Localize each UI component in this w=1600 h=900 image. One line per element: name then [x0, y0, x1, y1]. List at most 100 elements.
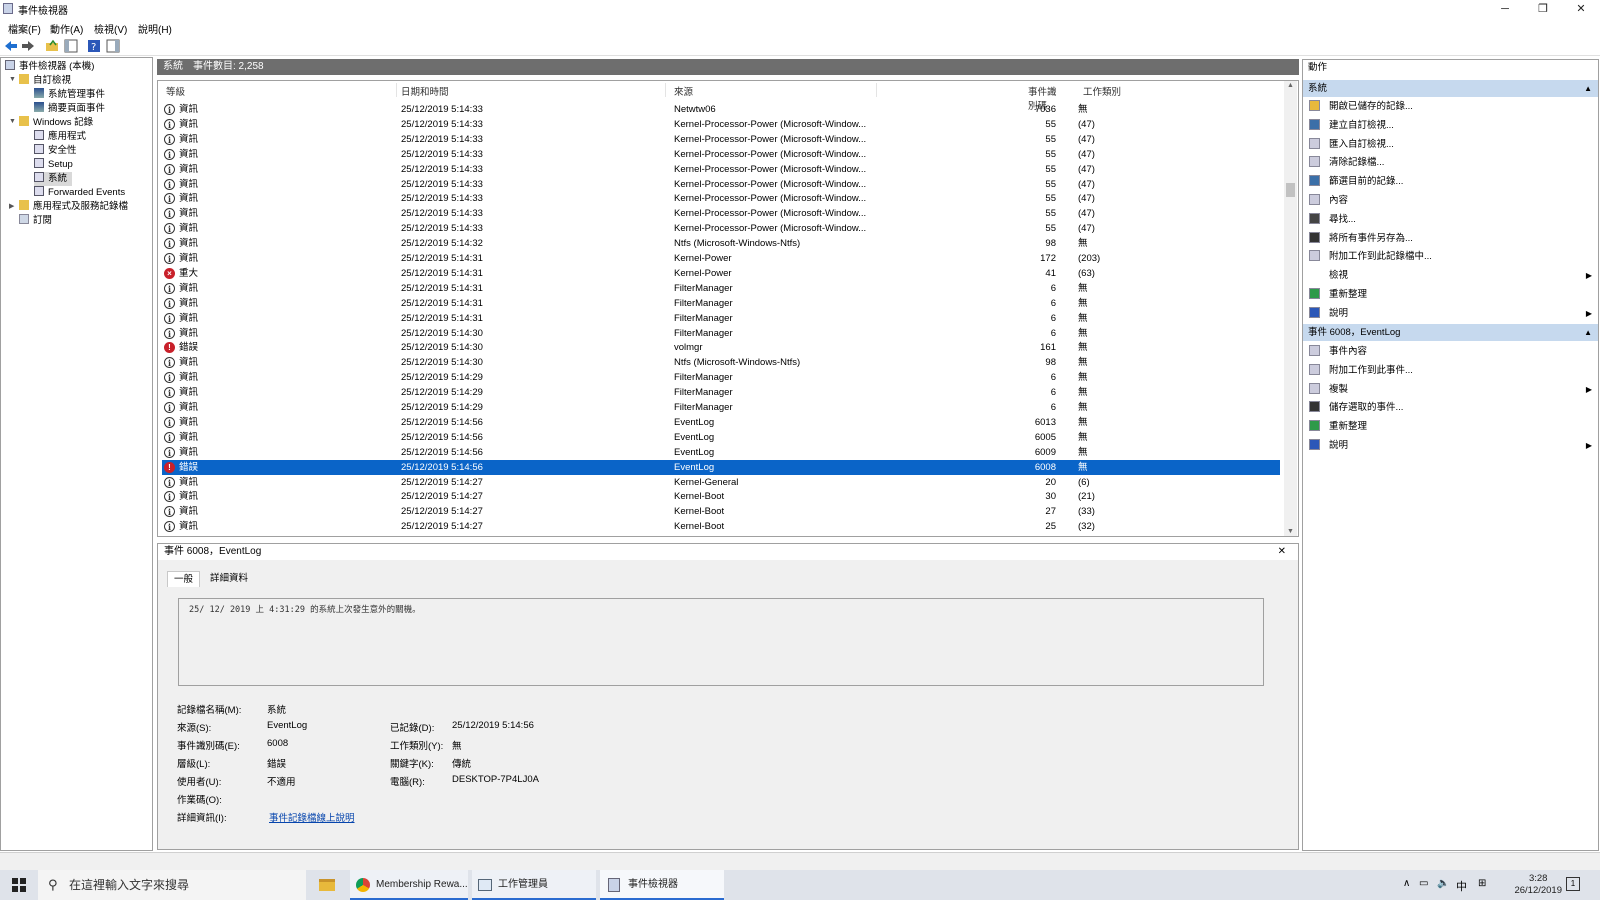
event-row[interactable]: i 資訊 25/12/2019 5:14:56 EventLog 6013 無	[162, 415, 1280, 430]
action-item[interactable]: 儲存選取的事件...	[1309, 400, 1592, 416]
close-window-button[interactable]: ✕	[1562, 0, 1600, 18]
tree-item-custom-views[interactable]: 自訂檢視	[19, 74, 71, 88]
event-list-scrollbar[interactable]: ▲ ▼	[1284, 81, 1297, 536]
menu-file[interactable]: 檔案(F)	[8, 21, 41, 36]
column-separator[interactable]	[876, 83, 877, 97]
keyboard-layout-icon[interactable]: ⊞	[1478, 878, 1486, 889]
event-viewer-taskbar-button[interactable]: 事件檢視器	[600, 870, 724, 900]
tree-item-application[interactable]: 應用程式	[34, 130, 86, 144]
scroll-down-arrow-icon[interactable]: ▼	[1287, 528, 1294, 535]
event-row[interactable]: ! 錯誤 25/12/2019 5:14:30 volmgr 161 無	[162, 340, 1280, 355]
action-item[interactable]: 重新整理	[1309, 287, 1592, 303]
online-help-link[interactable]: 事件記錄檔線上說明	[269, 810, 355, 824]
windows-start-icon[interactable]	[12, 878, 26, 892]
column-separator[interactable]	[665, 83, 666, 97]
minimize-button[interactable]: ─	[1486, 0, 1524, 18]
event-row[interactable]: i 資訊 25/12/2019 5:14:32 Ntfs (Microsoft-Win…	[162, 236, 1280, 251]
tree-item-setup[interactable]: Setup	[34, 158, 73, 172]
up-folder-icon[interactable]	[45, 39, 59, 53]
column-level[interactable]: 等級	[166, 84, 185, 98]
event-row[interactable]: × 重大 25/12/2019 5:14:31 Kernel-Power 41 (63)	[162, 266, 1280, 281]
event-row[interactable]: ! 錯誤 25/12/2019 5:14:56 EventLog 6008 無	[162, 459, 1280, 475]
scroll-up-arrow-icon[interactable]: ▲	[1287, 82, 1294, 89]
scrollbar-thumb[interactable]	[1286, 183, 1295, 197]
menu-view[interactable]: 檢視(V)	[94, 21, 127, 36]
show-hidden-icons-chevron-icon[interactable]: ∧	[1403, 878, 1410, 889]
task-manager-taskbar-button[interactable]: 工作管理員	[472, 870, 596, 900]
event-row[interactable]: i 資訊 25/12/2019 5:14:56 EventLog 6009 無	[162, 445, 1280, 460]
action-item[interactable]: 內容	[1309, 193, 1592, 209]
tree-item-system[interactable]: 系統	[34, 172, 72, 186]
tree-item-admin-events[interactable]: 系統管理事件	[34, 88, 105, 102]
tab-general[interactable]: 一般	[167, 571, 201, 587]
taskbar-clock[interactable]: 3:28 26/12/2019	[1514, 873, 1562, 897]
action-item[interactable]: 說明 ▶	[1309, 306, 1592, 322]
tree-item-security[interactable]: 安全性	[34, 144, 77, 158]
action-item[interactable]: 附加工作到此記錄檔中...	[1309, 249, 1592, 265]
event-row[interactable]: i 資訊 25/12/2019 5:14:33 Kernel-Processor-Po…	[162, 162, 1280, 177]
event-list[interactable]: 等級 日期和時間 來源 事件識別碼 工作類別 i 資訊 25/12/2019 5:1…	[157, 80, 1299, 537]
file-explorer-taskbar-button[interactable]	[316, 870, 338, 900]
expand-chevron-icon[interactable]: ▶	[9, 202, 14, 210]
event-row[interactable]: i 資訊 25/12/2019 5:14:33 Kernel-Processor-Po…	[162, 177, 1280, 192]
action-item[interactable]: 事件內容	[1309, 344, 1592, 360]
help-icon[interactable]: ?	[87, 39, 101, 53]
action-item[interactable]: 說明 ▶	[1309, 438, 1592, 454]
chrome-taskbar-button[interactable]: Membership Rewa...	[350, 870, 468, 900]
collapse-chevron-icon[interactable]: ▼	[9, 76, 16, 83]
actions-section-event[interactable]: 事件 6008，EventLog ▲	[1303, 324, 1598, 341]
action-item[interactable]: 建立自訂檢視...	[1309, 118, 1592, 134]
collapse-up-icon[interactable]: ▲	[1584, 80, 1592, 97]
close-detail-button[interactable]: ✕	[1278, 544, 1286, 560]
action-item[interactable]: 篩選目前的記錄...	[1309, 174, 1592, 190]
network-icon[interactable]: ▭	[1419, 878, 1428, 889]
tree-item-summary-events[interactable]: 摘要頁面事件	[34, 102, 105, 116]
event-row[interactable]: i 資訊 25/12/2019 5:14:30 FilterManager 6 無	[162, 326, 1280, 341]
maximize-button[interactable]: ❐	[1524, 0, 1562, 18]
event-row[interactable]: i 資訊 25/12/2019 5:14:33 Kernel-Processor-Po…	[162, 147, 1280, 162]
action-item[interactable]: 將所有事件另存為...	[1309, 231, 1592, 247]
event-row[interactable]: i 資訊 25/12/2019 5:14:33 Kernel-Processor-Po…	[162, 221, 1280, 236]
tree-item-root[interactable]: 事件檢視器 (本機)	[5, 60, 94, 74]
menu-help[interactable]: 說明(H)	[138, 21, 172, 36]
action-item[interactable]: 複製 ▶	[1309, 382, 1592, 398]
event-row[interactable]: i 資訊 25/12/2019 5:14:31 FilterManager 6 無	[162, 311, 1280, 326]
volume-icon[interactable]: 🔈	[1437, 878, 1449, 889]
forward-arrow-icon[interactable]	[21, 39, 35, 53]
back-arrow-icon[interactable]	[4, 39, 18, 53]
action-item[interactable]: 附加工作到此事件...	[1309, 363, 1592, 379]
show-hide-tree-icon[interactable]	[64, 39, 78, 53]
event-row[interactable]: i 資訊 25/12/2019 5:14:29 FilterManager 6 無	[162, 370, 1280, 385]
show-hide-action-pane-icon[interactable]	[106, 39, 120, 53]
action-item[interactable]: 檢視 ▶	[1309, 268, 1592, 284]
event-row[interactable]: i 資訊 25/12/2019 5:14:27 Kernel-General 20 (6)	[162, 475, 1280, 490]
actions-section-system[interactable]: 系統 ▲	[1303, 80, 1598, 97]
event-row[interactable]: i 資訊 25/12/2019 5:14:33 Kernel-Processor-Po…	[162, 206, 1280, 221]
action-item[interactable]: 重新整理	[1309, 419, 1592, 435]
collapse-up-icon[interactable]: ▲	[1584, 324, 1592, 341]
taskbar-search-box[interactable]: ⚲ 在這裡輸入文字來搜尋	[38, 870, 306, 900]
event-row[interactable]: i 資訊 25/12/2019 5:14:29 FilterManager 6 無	[162, 385, 1280, 400]
notification-center-icon[interactable]: 1	[1566, 877, 1580, 891]
column-separator[interactable]	[396, 83, 397, 97]
event-row[interactable]: i 資訊 25/12/2019 5:14:33 Kernel-Processor-Po…	[162, 132, 1280, 147]
collapse-chevron-icon[interactable]: ▼	[9, 118, 16, 125]
event-row[interactable]: i 資訊 25/12/2019 5:14:30 Ntfs (Microsoft-Win…	[162, 355, 1280, 370]
column-task-category[interactable]: 工作類別	[1083, 84, 1121, 98]
event-row[interactable]: i 資訊 25/12/2019 5:14:56 EventLog 6005 無	[162, 430, 1280, 445]
tab-details[interactable]: 詳細資料	[204, 571, 254, 587]
action-item[interactable]: 開啟已儲存的記錄...	[1309, 99, 1592, 115]
action-item[interactable]: 匯入自訂檢視...	[1309, 137, 1592, 153]
event-row[interactable]: i 資訊 25/12/2019 5:14:27 Kernel-Boot 30 (21)	[162, 489, 1280, 504]
tree-item-subscriptions[interactable]: 訂閱	[19, 214, 52, 228]
event-row[interactable]: i 資訊 25/12/2019 5:14:33 Kernel-Processor-Po…	[162, 191, 1280, 206]
tree-item-windows-logs[interactable]: Windows 記錄	[19, 116, 93, 130]
tree-item-app-service-logs[interactable]: 應用程式及服務記錄檔	[19, 200, 128, 214]
event-row[interactable]: i 資訊 25/12/2019 5:14:33 Kernel-Processor-Po…	[162, 117, 1280, 132]
column-datetime[interactable]: 日期和時間	[401, 84, 449, 98]
event-row[interactable]: i 資訊 25/12/2019 5:14:27 Kernel-Boot 25 (32)	[162, 519, 1280, 534]
event-row[interactable]: i 資訊 25/12/2019 5:14:31 FilterManager 6 無	[162, 296, 1280, 311]
event-row[interactable]: i 資訊 25/12/2019 5:14:33 Netwtw06 7036 無	[162, 102, 1280, 117]
tree-item-forwarded-events[interactable]: Forwarded Events	[34, 186, 125, 200]
action-item[interactable]: 尋找...	[1309, 212, 1592, 228]
